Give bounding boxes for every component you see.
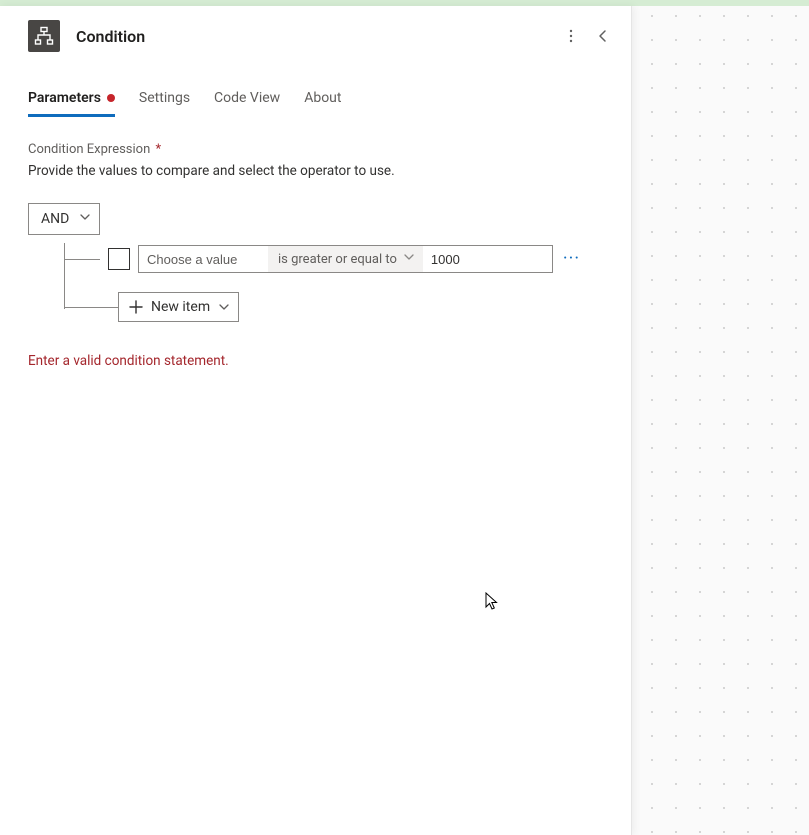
- tab-label: Parameters: [28, 90, 101, 106]
- panel-title: Condition: [76, 27, 555, 46]
- comparison-operator-dropdown[interactable]: is greater or equal to: [268, 245, 423, 273]
- logic-operator-value: AND: [41, 211, 69, 227]
- more-options-button[interactable]: [555, 20, 587, 52]
- new-item-button[interactable]: New item: [118, 292, 239, 322]
- new-item-row: New item: [64, 291, 603, 323]
- condition-expression-builder: AND is greater or equal to: [28, 203, 603, 323]
- designer-canvas[interactable]: [632, 6, 809, 835]
- collapse-panel-button[interactable]: [587, 20, 619, 52]
- validation-error-message: Enter a valid condition statement.: [28, 353, 603, 369]
- tab-parameters[interactable]: Parameters: [28, 82, 115, 116]
- condition-icon: [28, 20, 60, 52]
- right-operand-input[interactable]: [423, 245, 553, 273]
- chevron-down-icon: [79, 211, 91, 227]
- left-operand-input[interactable]: [138, 245, 268, 273]
- tree-connector: [64, 307, 118, 308]
- row-more-actions[interactable]: ···: [563, 254, 580, 264]
- tab-settings[interactable]: Settings: [139, 82, 190, 116]
- required-asterisk: *: [156, 142, 162, 157]
- operator-value: is greater or equal to: [278, 252, 397, 267]
- condition-branch: is greater or equal to ··· New item: [64, 243, 603, 323]
- condition-config-panel: Condition Parameters Settings Code View …: [0, 6, 632, 835]
- plus-icon: [129, 300, 143, 314]
- field-label-text: Condition Expression: [28, 142, 150, 157]
- logic-operator-dropdown[interactable]: AND: [28, 203, 100, 235]
- tab-label: Code View: [214, 90, 280, 106]
- chevron-down-icon: [218, 301, 230, 313]
- tab-code-view[interactable]: Code View: [214, 82, 280, 116]
- tab-label: About: [304, 90, 341, 106]
- tab-label: Settings: [139, 90, 190, 106]
- row-checkbox[interactable]: [108, 248, 130, 270]
- field-label: Condition Expression *: [28, 142, 603, 157]
- chevron-down-icon: [403, 251, 415, 267]
- panel-body: Condition Expression * Provide the value…: [0, 116, 631, 369]
- condition-row: is greater or equal to ···: [64, 243, 603, 275]
- panel-tabs: Parameters Settings Code View About: [0, 82, 631, 116]
- tree-connector: [64, 259, 100, 260]
- error-indicator-dot: [107, 94, 115, 102]
- panel-header: Condition: [0, 6, 631, 66]
- new-item-label: New item: [151, 299, 210, 315]
- field-description: Provide the values to compare and select…: [28, 163, 603, 179]
- tab-about[interactable]: About: [304, 82, 341, 116]
